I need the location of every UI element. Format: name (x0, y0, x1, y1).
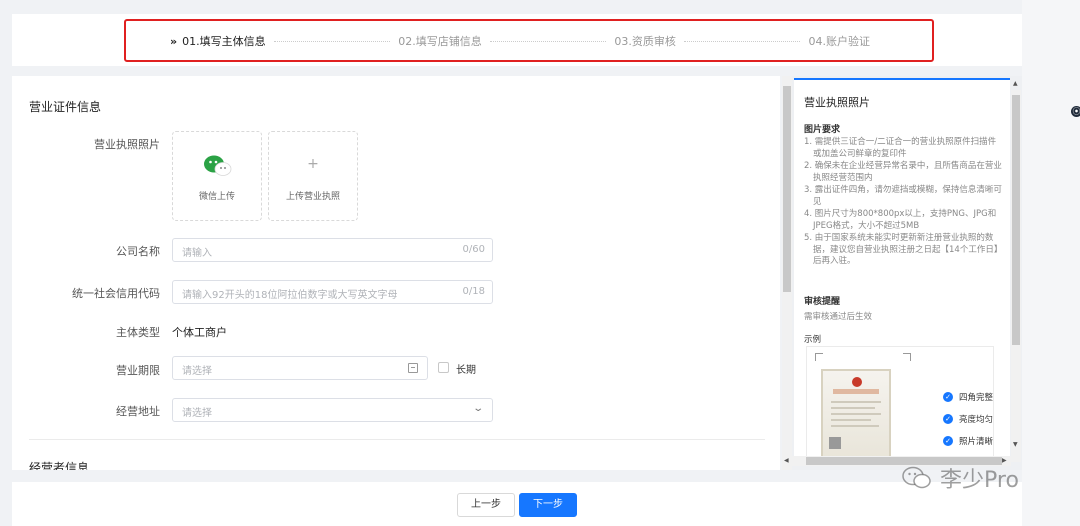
chevron-down-icon: ⌄ (471, 403, 484, 414)
credit-code-input[interactable]: 请输入92开头的18位阿拉伯数字或大写英文字母 0/18 (172, 280, 493, 304)
business-address-select[interactable]: 请选择 ⌄ (172, 398, 493, 422)
wechat-icon (902, 466, 931, 489)
info-icon[interactable]: ⦿ (1071, 106, 1080, 117)
license-photo-label: 营业执照照片 (94, 138, 160, 151)
license-sample-image (821, 369, 891, 462)
section-divider (29, 439, 765, 440)
step-connector (683, 40, 801, 42)
list-item: 4. 图片尺寸为800*800px以上，支持PNG、JPG和JPEG格式，大小不… (804, 209, 997, 231)
credit-code-label: 统一社会信用代码 (72, 287, 160, 300)
list-item: 5. 由于国家系统未能实时更新新注册营业执照的数据，建议您自营业执照注册之日起【… (804, 233, 1003, 266)
wechat-icon (204, 155, 232, 176)
step-4: 04.账户验证 (808, 35, 870, 48)
credit-code-counter: 0/18 (462, 286, 485, 297)
right-background-strip (1022, 0, 1080, 526)
list-item: 3. 露出证件四角，请勿遮挡或模糊，保持信息清晰可见 (804, 185, 1002, 207)
scrollbar-thumb[interactable] (1012, 95, 1020, 345)
example-heading: 示例 (804, 335, 822, 345)
example-image-box: ✓ 四角完整 ✓ 亮度均匀 ✓ 照片清晰 (806, 346, 994, 462)
company-name-input[interactable]: 请输入 0/60 (172, 238, 493, 262)
entity-type-value: 个体工商户 (172, 326, 227, 339)
double-chevron-icon: » (170, 35, 178, 48)
step-2: 02.填写店铺信息 (398, 35, 482, 48)
prev-step-button[interactable]: 上一步 (457, 493, 515, 517)
check-item: ✓ 四角完整 (943, 391, 993, 403)
business-term-picker[interactable]: 请选择 (172, 356, 428, 380)
guide-card: 营业执照照片 图片要求 1. 需提供三证合一/二证合一的营业执照原件扫描件或加盖… (794, 78, 1010, 462)
qr-code-icon (829, 437, 841, 449)
review-heading: 审核提醒 (804, 297, 841, 307)
scroll-left-arrow-icon[interactable]: ◀ (784, 457, 789, 464)
wechat-upload-label: 微信上传 (198, 192, 235, 202)
watermark: 李少Pro (902, 462, 1019, 494)
corner-mark (903, 353, 911, 361)
check-circle-icon: ✓ (943, 414, 953, 424)
guide-title: 营业执照照片 (804, 96, 870, 109)
credit-code-placeholder: 请输入92开头的18位阿拉伯数字或大写英文字母 (182, 290, 398, 301)
step-connector (489, 40, 607, 42)
company-name-label: 公司名称 (116, 245, 160, 258)
panel-scrollbar-right[interactable]: ▲ ▼ (1011, 80, 1021, 462)
emblem-icon (852, 377, 862, 387)
check-item: ✓ 照片清晰 (943, 435, 993, 447)
step-connector (273, 40, 391, 42)
long-term-label: 长期 (456, 365, 476, 376)
next-step-button[interactable]: 下一步 (519, 493, 577, 517)
plus-icon: + (307, 156, 319, 172)
business-term-placeholder: 请选择 (182, 366, 212, 377)
scroll-up-arrow-icon[interactable]: ▲ (1013, 80, 1018, 87)
calendar-icon (408, 363, 418, 373)
corner-mark (815, 353, 823, 361)
upload-license-button[interactable]: + 上传营业执照 (268, 131, 358, 221)
business-term-label: 营业期限 (116, 364, 160, 377)
step-1: » 01.填写主体信息 (170, 35, 266, 48)
business-address-label: 经营地址 (116, 405, 160, 418)
action-bar: 上一步 下一步 (12, 482, 1022, 526)
wechat-upload-button[interactable]: 微信上传 (172, 131, 262, 221)
company-name-placeholder: 请输入 (182, 248, 212, 259)
check-circle-icon: ✓ (943, 392, 953, 402)
watermark-text: 李少Pro (940, 468, 1019, 493)
form-panel: 营业证件信息 营业执照照片 微信上传 + 上传营业执照 公司名称 请输入 0/6… (12, 76, 780, 470)
section-title: 营业证件信息 (29, 100, 102, 114)
company-name-counter: 0/60 (462, 244, 485, 255)
panel-scrollbar-left[interactable] (782, 76, 792, 470)
business-address-placeholder: 请选择 (182, 408, 212, 419)
stepper: » 01.填写主体信息 02.填写店铺信息 03.资质审核 04.账户验证 (170, 33, 870, 49)
entity-type-label: 主体类型 (116, 326, 160, 339)
list-item: 1. 需提供三证合一/二证合一的营业执照原件扫描件或加盖公司鲜章的复印件 (804, 137, 997, 159)
upload-license-label: 上传营业执照 (285, 192, 340, 202)
review-text: 需审核通过后生效 (804, 312, 873, 322)
requirements-heading: 图片要求 (804, 125, 841, 135)
list-item: 2. 确保未在企业经营异常名录中，且所售商品在营业执照经营范围内 (804, 161, 1002, 183)
scrollbar-thumb[interactable] (783, 86, 791, 292)
guide-panel: 营业执照照片 图片要求 1. 需提供三证合一/二证合一的营业执照原件扫描件或加盖… (782, 76, 1022, 470)
check-circle-icon: ✓ (943, 436, 953, 446)
requirements-list: 1. 需提供三证合一/二证合一的营业执照原件扫描件或加盖公司鲜章的复印件 2. … (804, 137, 1004, 269)
long-term-checkbox[interactable] (438, 362, 449, 373)
step-3: 03.资质审核 (614, 35, 676, 48)
section-title-operator: 经营者信息 (29, 461, 90, 470)
check-item: ✓ 亮度均匀 (943, 413, 993, 425)
scroll-down-arrow-icon[interactable]: ▼ (1013, 441, 1018, 448)
